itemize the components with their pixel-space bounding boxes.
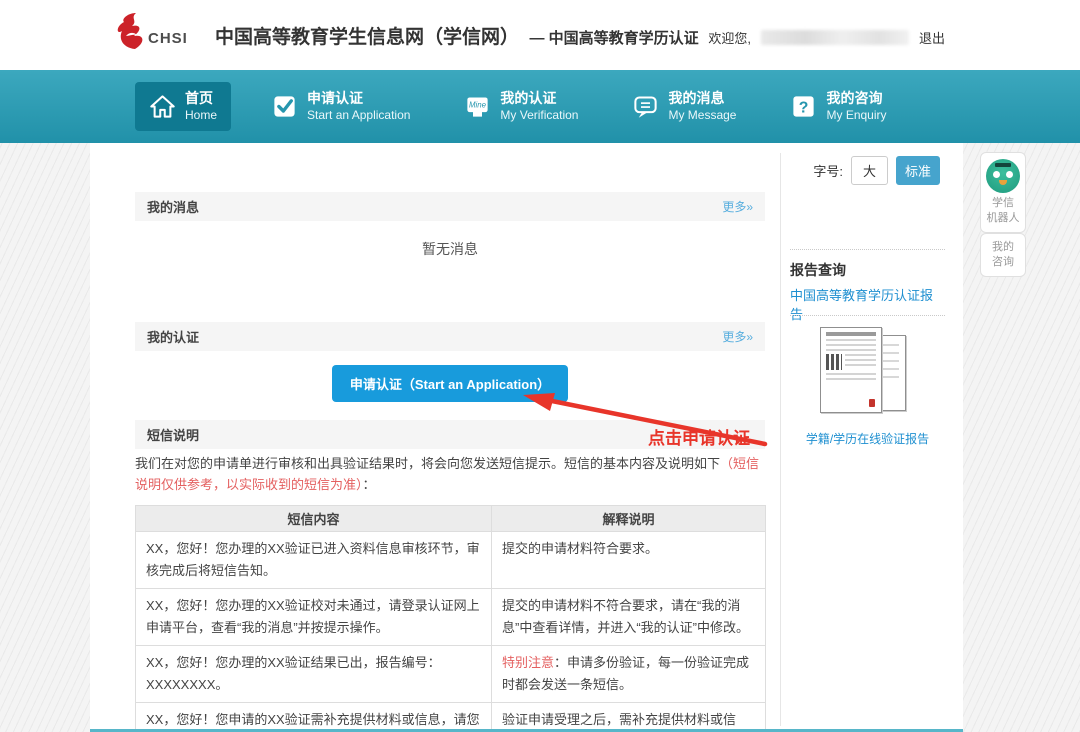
degree-verification-report-link[interactable]: 中国高等教育学历认证报告	[790, 285, 945, 323]
page-root: CHSI 中国高等教育学生信息网（学信网） — 中国高等教育学历认证 欢迎您, …	[0, 0, 1080, 732]
nav-enquiry-label-zh: 我的咨询	[826, 90, 886, 108]
welcome-text: 欢迎您,	[708, 28, 751, 47]
font-size-label: 字号:	[813, 161, 843, 180]
nav-item-start-application[interactable]: 申请认证 Start an Application	[257, 82, 424, 131]
font-size-controls: 字号: 大 标准	[813, 156, 940, 185]
nav-message-label-en: My Message	[668, 108, 736, 123]
robot-label-line1: 学信	[983, 196, 1023, 211]
font-size-standard-button[interactable]: 标准	[896, 156, 940, 185]
verification-report-image[interactable]	[816, 327, 920, 427]
sms-content-cell: XX，您好！您办理的XX验证结果已出，报告编号：XXXXXXXX。	[136, 646, 492, 703]
nav-home-label-zh: 首页	[185, 90, 217, 108]
svg-text:?: ?	[799, 100, 809, 117]
chsi-logo-text: CHSI	[148, 30, 188, 47]
nav-enquiry-label-en: My Enquiry	[826, 108, 886, 123]
sms-content-cell: XX，您好！您申请的XX验证需补充提供材料或信息，请您尽快登录网上申请系统，在“…	[136, 703, 492, 732]
nav-item-my-verification[interactable]: Mine 我的认证 My Verification	[450, 82, 592, 131]
sms-content-cell: XX，您好！您办理的XX验证已进入资料信息审核环节，审核完成后将短信告知。	[136, 532, 492, 589]
enquiry-label-line2: 咨询	[983, 255, 1023, 270]
apply-button-row: 申请认证（Start an Application）	[135, 365, 765, 402]
click-apply-annotation: 点击申请认证	[648, 424, 750, 449]
nav-item-home[interactable]: 首页 Home	[135, 82, 231, 131]
question-icon: ?	[790, 93, 817, 120]
sms-explain-cell: 验证申请受理之后，需补充提供材料或信息。	[492, 703, 766, 732]
qr-code-icon	[826, 354, 842, 370]
online-verification-report-link[interactable]: 学籍/学历在线验证报告	[790, 430, 945, 447]
sms-explain-cell: 提交的申请材料不符合要求，请在“我的消息”中查看详情，并进入“我的认证”中修改。	[492, 589, 766, 646]
report-doc-front	[820, 327, 882, 413]
site-title-main: 中国高等教育学生信息网（学信网）	[215, 27, 519, 48]
sms-intro-black: 我们在对您的申请单进行审核和出具验证结果时，将会向您发送短信提示。短信的基本内容…	[135, 456, 720, 471]
main-nav: 首页 Home 申请认证 Start an Application Mine 我…	[0, 70, 1080, 143]
chsi-bird-icon	[112, 12, 146, 52]
nav-verification-label-zh: 我的认证	[500, 90, 578, 108]
my-messages-section-header: 我的消息 更多»	[135, 192, 765, 221]
nav-message-label-zh: 我的消息	[668, 90, 736, 108]
redacted-username	[761, 30, 909, 45]
robot-label-line2: 机器人	[983, 211, 1023, 226]
nav-home-label-en: Home	[185, 108, 217, 123]
header-user-area: 欢迎您, 退出	[708, 28, 945, 47]
red-seal-icon	[869, 399, 875, 407]
table-header-row: 短信内容 解释说明	[136, 506, 766, 532]
report-query-title: 报告查询	[790, 260, 846, 280]
sms-explain-cell: 特别注意：申请多份验证，每一份验证完成时都会发送一条短信。	[492, 646, 766, 703]
svg-text:Mine: Mine	[469, 101, 487, 110]
sms-explanation-table: 短信内容 解释说明 XX，您好！您办理的XX验证已进入资料信息审核环节，审核完成…	[135, 505, 766, 732]
my-verification-title: 我的认证	[147, 327, 199, 346]
special-notice-text: 特别注意	[502, 655, 554, 670]
table-row: XX，您好！您办理的XX验证已进入资料信息审核环节，审核完成后将短信告知。 提交…	[136, 532, 766, 589]
robot-avatar-icon	[986, 159, 1020, 193]
chsi-robot-widget[interactable]: 学信 机器人	[980, 152, 1026, 233]
apply-check-icon	[271, 93, 298, 120]
table-header-content: 短信内容	[136, 506, 492, 532]
nav-item-my-message[interactable]: 我的消息 My Message	[618, 82, 750, 131]
table-row: XX，您好！您办理的XX验证结果已出，报告编号：XXXXXXXX。 特别注意：申…	[136, 646, 766, 703]
nav-verification-label-en: My Verification	[500, 108, 578, 123]
nav-item-my-enquiry[interactable]: ? 我的咨询 My Enquiry	[776, 82, 900, 131]
enquiry-label-line1: 我的	[983, 240, 1023, 255]
table-row: XX，您好！您申请的XX验证需补充提供材料或信息，请您尽快登录网上申请系统，在“…	[136, 703, 766, 732]
nav-apply-label-en: Start an Application	[307, 108, 410, 123]
start-application-button[interactable]: 申请认证（Start an Application）	[332, 365, 568, 402]
chsi-logo[interactable]: CHSI	[112, 12, 188, 52]
site-title-sub: — 中国高等教育学历认证	[529, 30, 698, 47]
sms-intro-paragraph: 我们在对您的申请单进行审核和出具验证结果时，将会向您发送短信提示。短信的基本内容…	[135, 453, 765, 495]
site-title: 中国高等教育学生信息网（学信网） — 中国高等教育学历认证	[215, 22, 699, 49]
sms-section-title: 短信说明	[147, 425, 199, 444]
sms-explain-cell: 提交的申请材料符合要求。	[492, 532, 766, 589]
mine-folder-icon: Mine	[464, 93, 491, 120]
table-row: XX，您好！您办理的XX验证校对未通过，请登录认证网上申请平台，查看“我的消息”…	[136, 589, 766, 646]
my-messages-more-link[interactable]: 更多»	[722, 198, 753, 215]
table-header-explain: 解释说明	[492, 506, 766, 532]
top-header: CHSI 中国高等教育学生信息网（学信网） — 中国高等教育学历认证 欢迎您, …	[0, 0, 1080, 70]
dotted-separator	[790, 315, 945, 316]
content-panel: 字号: 大 标准 我的消息 更多» 暂无消息 我的认证 更多» 申请认证（Sta…	[90, 143, 963, 732]
sms-content-cell: XX，您好！您办理的XX验证校对未通过，请登录认证网上申请平台，查看“我的消息”…	[136, 589, 492, 646]
sidebar-divider	[780, 153, 781, 726]
logout-link[interactable]: 退出	[919, 28, 945, 47]
nav-apply-label-zh: 申请认证	[307, 90, 410, 108]
no-messages-text: 暂无消息	[135, 239, 765, 259]
dotted-separator	[790, 249, 945, 250]
my-verification-more-link[interactable]: 更多»	[722, 328, 753, 345]
font-size-large-button[interactable]: 大	[851, 156, 888, 185]
my-messages-title: 我的消息	[147, 197, 199, 216]
message-bubble-icon	[632, 93, 659, 120]
my-enquiry-widget[interactable]: 我的 咨询	[980, 233, 1026, 277]
home-icon	[149, 93, 176, 120]
sms-intro-tail: ：	[363, 477, 376, 492]
my-verification-section-header: 我的认证 更多»	[135, 322, 765, 351]
